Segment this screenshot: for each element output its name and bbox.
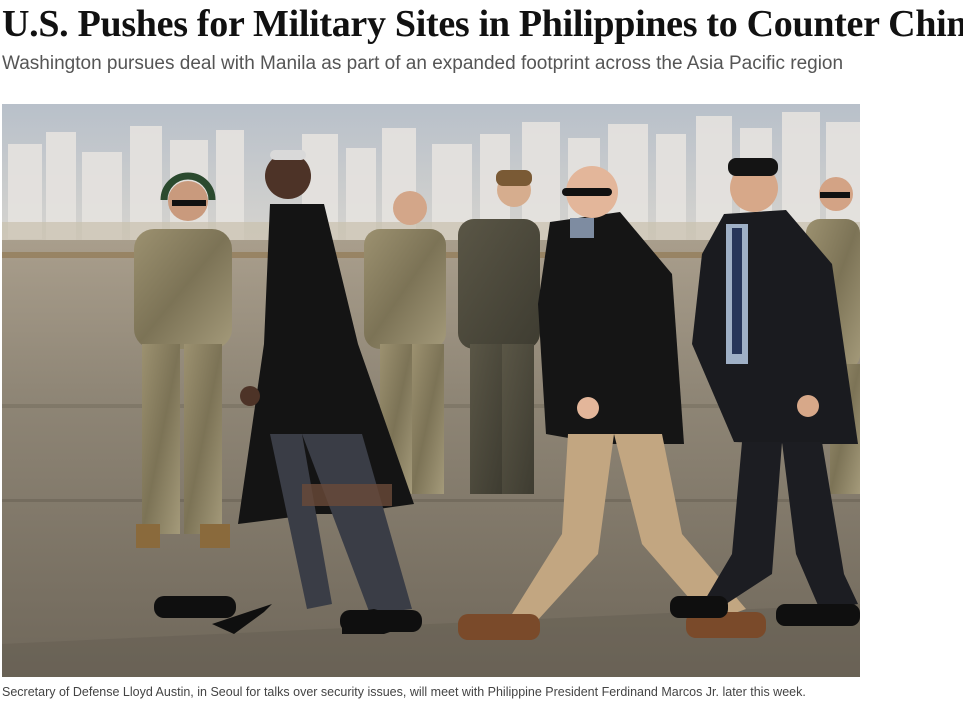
dek-subheadline: Washington pursues deal with Manila as p… (2, 53, 844, 74)
photo-illustration (2, 104, 860, 677)
headline: U.S. Pushes for Military Sites in Philip… (2, 3, 963, 45)
article: U.S. Pushes for Military Sites in Philip… (0, 0, 963, 722)
lead-photo (2, 104, 860, 677)
photo-caption: Secretary of Defense Lloyd Austin, in Se… (2, 685, 806, 699)
